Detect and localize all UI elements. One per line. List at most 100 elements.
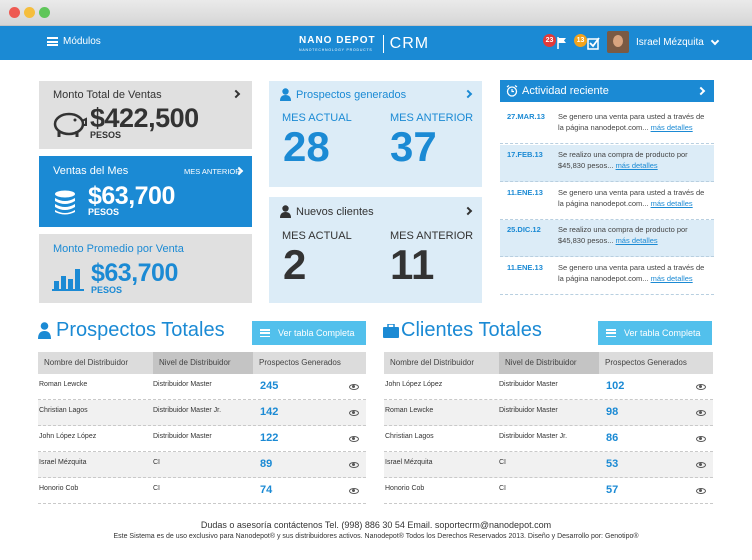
- flag-notifications-button[interactable]: 23: [543, 34, 571, 52]
- monthly-sales-card: Ventas del Mes MES ANTERIOR $63,700 PESO…: [39, 156, 252, 227]
- alarm-clock-icon: [506, 85, 518, 97]
- user-menu[interactable]: Israel Mézquita: [607, 31, 720, 53]
- list-icon: [260, 329, 270, 337]
- view-full-prospects-table-button[interactable]: Ver tabla Completa: [252, 321, 366, 345]
- clients-table-header: Nombre del Distribuidor Nivel de Distrib…: [384, 352, 713, 374]
- more-details-link[interactable]: más detalles: [651, 274, 693, 283]
- clients-total-title: Clientes Totales: [401, 319, 542, 341]
- total-sales-card[interactable]: Monto Total de Ventas $422,500 PESOS: [39, 81, 252, 149]
- prospects-count: 245: [260, 380, 279, 392]
- column-header[interactable]: Prospectos Generados: [599, 352, 713, 374]
- task-notification-badge: 13: [574, 34, 587, 47]
- prospects-total-title: Prospectos Totales: [56, 319, 225, 341]
- maximize-window-button[interactable]: [39, 7, 50, 18]
- activity-date: 11.ENE.13: [507, 188, 543, 197]
- distributor-level: CI: [499, 485, 506, 492]
- chevron-right-icon: [463, 206, 473, 216]
- table-row[interactable]: Christian Lagos Distribuidor Master Jr. 86: [384, 426, 713, 452]
- eye-icon[interactable]: [696, 488, 706, 494]
- more-details-link[interactable]: más detalles: [616, 161, 658, 170]
- clients-previous-value: 11: [390, 241, 435, 288]
- new-clients-title: Nuevos clientes: [296, 206, 374, 218]
- eye-icon[interactable]: [696, 436, 706, 442]
- eye-icon[interactable]: [696, 462, 706, 468]
- eye-icon[interactable]: [349, 462, 359, 468]
- eye-icon[interactable]: [696, 384, 706, 390]
- column-header[interactable]: Prospectos Generados: [253, 352, 366, 374]
- table-row[interactable]: John López López Distribuidor Master 122: [38, 426, 366, 452]
- previous-month-link[interactable]: MES ANTERIOR: [184, 167, 241, 176]
- prospects-count: 86: [606, 432, 619, 444]
- chevron-right-icon: [696, 86, 706, 96]
- activity-item: 11.ENE.13 Se genero una venta para usted …: [500, 258, 714, 295]
- eye-icon[interactable]: [696, 410, 706, 416]
- distributor-name: Roman Lewcke: [385, 407, 434, 414]
- user-name: Israel Mézquita: [636, 36, 704, 48]
- prospects-count: 89: [260, 458, 273, 470]
- activity-text: Se genero una venta para usted a través …: [558, 188, 705, 208]
- user-icon: [280, 88, 291, 101]
- prospects-current-value: 28: [283, 123, 330, 170]
- prospects-count: 98: [606, 406, 619, 418]
- prospects-count: 57: [606, 484, 619, 496]
- activity-date: 17.FEB.13: [507, 150, 543, 159]
- eye-icon[interactable]: [349, 436, 359, 442]
- task-notifications-button[interactable]: 13: [574, 34, 602, 52]
- column-header[interactable]: Nivel de Distribuidor: [499, 352, 599, 374]
- coins-stack-icon: [55, 190, 75, 215]
- distributor-level: Distribuidor Master: [153, 381, 212, 388]
- activity-text: Se realizo una compra de producto por $4…: [558, 150, 688, 170]
- total-sales-title: Monto Total de Ventas: [53, 89, 162, 101]
- prospects-count: 53: [606, 458, 619, 470]
- average-sale-value: $63,700: [91, 259, 178, 287]
- more-details-link[interactable]: más detalles: [616, 236, 658, 245]
- clients-current-value: 2: [283, 241, 307, 288]
- view-full-clients-table-button[interactable]: Ver tabla Completa: [598, 321, 712, 345]
- close-window-button[interactable]: [9, 7, 20, 18]
- table-row[interactable]: John López López Distribuidor Master 102: [384, 374, 713, 400]
- activity-item: 11.ENE.13 Se genero una venta para usted …: [500, 183, 714, 220]
- bar-chart-icon: [52, 269, 84, 291]
- distributor-name: Roman Lewcke: [39, 381, 88, 388]
- distributor-level: Distribuidor Master Jr.: [499, 433, 568, 440]
- table-row[interactable]: Honorio Cob CI 74: [38, 478, 366, 504]
- hamburger-icon: [47, 37, 58, 46]
- chevron-right-icon: [463, 89, 473, 99]
- more-details-link[interactable]: más detalles: [651, 123, 693, 132]
- modules-menu-label: Módulos: [63, 36, 101, 47]
- recent-activity-header[interactable]: Actividad reciente: [500, 80, 714, 102]
- average-sale-unit: PESOS: [91, 285, 123, 295]
- activity-date: 27.MAR.13: [507, 112, 545, 121]
- column-header[interactable]: Nivel de Distribuidor: [153, 352, 253, 374]
- user-icon: [280, 205, 291, 218]
- minimize-window-button[interactable]: [24, 7, 35, 18]
- more-details-link[interactable]: más detalles: [651, 199, 693, 208]
- average-sale-title: Monto Promedio por Venta: [53, 243, 184, 255]
- prospects-generated-card[interactable]: Prospectos generados MES ACTUAL MES ANTE…: [269, 81, 482, 187]
- distributor-name: John López López: [385, 381, 443, 388]
- table-row[interactable]: Israel Mézquita CI 89: [38, 452, 366, 478]
- table-row[interactable]: Israel Mézquita CI 53: [384, 452, 713, 478]
- modules-menu-button[interactable]: Módulos: [47, 36, 101, 47]
- column-header[interactable]: Nombre del Distribuidor: [38, 352, 153, 374]
- new-clients-card[interactable]: Nuevos clientes MES ACTUAL MES ANTERIOR …: [269, 197, 482, 303]
- table-row[interactable]: Roman Lewcke Distribuidor Master 98: [384, 400, 713, 426]
- eye-icon[interactable]: [349, 384, 359, 390]
- activity-text: Se genero una venta para usted a través …: [558, 112, 705, 132]
- table-row[interactable]: Roman Lewcke Distribuidor Master 245: [38, 374, 366, 400]
- recent-activity-title: Actividad reciente: [522, 85, 609, 97]
- prospects-count: 122: [260, 432, 279, 444]
- eye-icon[interactable]: [349, 410, 359, 416]
- prospects-generated-title: Prospectos generados: [296, 89, 407, 101]
- table-row[interactable]: Christian Lagos Distribuidor Master Jr. 14…: [38, 400, 366, 426]
- distributor-level: Distribuidor Master: [153, 433, 212, 440]
- distributor-level: CI: [153, 485, 160, 492]
- column-header[interactable]: Nombre del Distribuidor: [384, 352, 499, 374]
- activity-text: Se realizo una compra de producto por $4…: [558, 225, 688, 245]
- chevron-down-icon: [710, 36, 720, 45]
- distributor-name: John López López: [39, 433, 97, 440]
- eye-icon[interactable]: [349, 488, 359, 494]
- distributor-level: Distribuidor Master: [499, 407, 558, 414]
- flag-notification-badge: 23: [543, 34, 556, 47]
- table-row[interactable]: Honorio Cob CI 57: [384, 478, 713, 504]
